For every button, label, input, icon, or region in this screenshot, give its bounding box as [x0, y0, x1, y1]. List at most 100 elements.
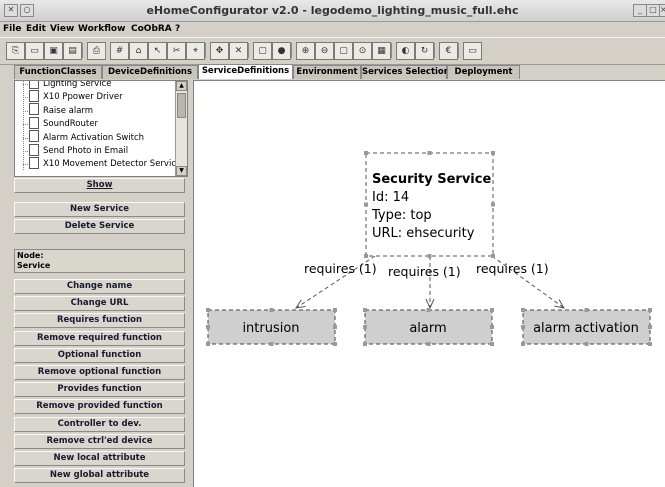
selection-handle[interactable]	[269, 308, 274, 312]
controller-to-device-button[interactable]: Controller to dev.	[14, 416, 185, 432]
requires-function-button[interactable]: Requires function	[14, 313, 185, 329]
euro-icon[interactable]: €	[439, 42, 458, 60]
zoom-out-icon[interactable]: ⊖	[315, 42, 334, 60]
new-local-attribute-button[interactable]: New local attribute	[14, 451, 185, 466]
scroll-up-icon[interactable]: ▲	[176, 81, 187, 91]
export-icon[interactable]: ▭	[463, 42, 482, 60]
menu-edit[interactable]: Edit	[26, 24, 46, 34]
pointer-icon[interactable]: ⌖	[186, 42, 205, 60]
selection-handle[interactable]	[648, 342, 652, 346]
remove-required-function-button[interactable]: Remove required function	[14, 330, 185, 346]
tree-item[interactable]: Alarm Activation Switch	[29, 130, 144, 145]
function-node-alarm[interactable]: alarm	[364, 309, 493, 345]
minimize-button[interactable]: _	[633, 4, 647, 17]
selection-handle[interactable]	[491, 202, 495, 207]
optional-function-button[interactable]: Optional function	[14, 347, 185, 363]
refresh-icon[interactable]: ↻	[415, 42, 434, 60]
selection-handle[interactable]	[333, 325, 337, 329]
service-tree[interactable]: Lighting Service X10 Ppower Driver Raise a…	[14, 80, 188, 177]
selection-handle[interactable]	[584, 342, 589, 346]
selection-handle[interactable]	[333, 308, 337, 312]
selection-handle[interactable]	[491, 151, 495, 155]
tab-device-definitions[interactable]: DeviceDefinitions	[102, 65, 198, 79]
tab-deployment[interactable]: Deployment	[447, 65, 520, 79]
selection-handle[interactable]	[491, 254, 495, 258]
selection-handle[interactable]	[584, 308, 589, 312]
zoom-fit-icon[interactable]: ▢	[334, 42, 353, 60]
layout-icon[interactable]: ▦	[372, 42, 391, 60]
new-service-button[interactable]: New Service	[14, 202, 185, 217]
menu-coobra[interactable]: CoObRA	[131, 24, 172, 34]
selection-handle[interactable]	[206, 308, 210, 312]
tree-item[interactable]: X10 Movement Detector Service	[29, 156, 181, 171]
selection-handle[interactable]	[427, 254, 432, 258]
remove-optional-function-button[interactable]: Remove optional function	[14, 365, 185, 380]
tab-function-classes[interactable]: FunctionClasses	[14, 65, 102, 79]
remove-provided-function-button[interactable]: Remove provided function	[14, 399, 185, 415]
record-icon[interactable]: ●	[272, 42, 291, 60]
menu-workflow[interactable]: Workflow	[78, 24, 125, 34]
delete-icon[interactable]: ✕	[229, 42, 248, 60]
save-icon[interactable]: ▣	[44, 42, 63, 60]
zoom-select-icon[interactable]: ⊙	[353, 42, 372, 60]
function-node-intrusion[interactable]: intrusion	[207, 309, 336, 345]
delete-service-button[interactable]: Delete Service	[14, 219, 185, 234]
lock-icon[interactable]: ⌂	[129, 42, 148, 60]
selection-handle[interactable]	[363, 308, 367, 312]
open-icon[interactable]: ▭	[25, 42, 44, 60]
selection-handle[interactable]	[521, 325, 525, 329]
select-icon[interactable]: ↖	[148, 42, 167, 60]
grid-icon[interactable]: #	[110, 42, 129, 60]
selection-handle[interactable]	[521, 308, 525, 312]
selection-handle[interactable]	[206, 325, 210, 329]
menu-file[interactable]: File	[3, 24, 21, 34]
move-icon[interactable]: ✥	[210, 42, 229, 60]
tree-item[interactable]: X10 Ppower Driver	[29, 89, 123, 104]
selection-handle[interactable]	[427, 151, 432, 155]
selection-handle[interactable]	[426, 308, 431, 312]
cobra-icon[interactable]: ◐	[396, 42, 415, 60]
selection-handle[interactable]	[364, 254, 368, 258]
selection-handle[interactable]	[363, 325, 367, 329]
selection-handle[interactable]	[490, 342, 494, 346]
selection-handle[interactable]	[363, 342, 367, 346]
tab-environment[interactable]: Environment	[293, 65, 361, 79]
selection-handle[interactable]	[521, 342, 525, 346]
selection-handle[interactable]	[269, 342, 274, 346]
menu-view[interactable]: View	[50, 24, 74, 34]
menu-help[interactable]: ?	[175, 24, 180, 34]
selection-handle[interactable]	[426, 342, 431, 346]
zoom-in-icon[interactable]: ⊕	[296, 42, 315, 60]
selection-handle[interactable]	[490, 325, 494, 329]
scroll-down-icon[interactable]: ▼	[176, 166, 187, 176]
tree-item[interactable]: Send Photo in Email	[29, 143, 128, 158]
selection-handle[interactable]	[364, 151, 368, 155]
function-node-alarm-activation[interactable]: alarm activation	[522, 309, 651, 345]
security-service-node[interactable]: Security Service Id: 14 Type: top URL: e…	[365, 152, 494, 257]
change-name-button[interactable]: Change name	[14, 279, 185, 294]
new-global-attribute-button[interactable]: New global attribute	[14, 468, 185, 484]
change-url-button[interactable]: Change URL	[14, 296, 185, 312]
print-icon[interactable]: ⎙	[87, 42, 106, 60]
close-button[interactable]: ×	[659, 4, 665, 17]
diagram-canvas[interactable]: requires (1) requires (1) requires (1) S…	[193, 80, 665, 487]
selection-handle[interactable]	[648, 325, 652, 329]
selection-handle[interactable]	[206, 342, 210, 346]
show-button[interactable]: Show	[14, 178, 185, 193]
selection-handle[interactable]	[364, 202, 368, 207]
tree-scrollbar[interactable]: ▲ ▼	[175, 81, 187, 176]
selection-handle[interactable]	[648, 308, 652, 312]
tree-item[interactable]: SoundRouter	[29, 116, 98, 131]
maximize-button[interactable]: □	[646, 4, 660, 17]
remove-controlled-device-button[interactable]: Remove ctrl'ed device	[14, 433, 185, 449]
tab-service-definitions[interactable]: ServiceDefinitions	[198, 64, 293, 79]
cut-icon[interactable]: ✂	[167, 42, 186, 60]
tab-services-selection[interactable]: Services Selection	[361, 65, 450, 79]
frame-icon[interactable]: ▢	[253, 42, 272, 60]
selection-handle[interactable]	[490, 308, 494, 312]
scroll-thumb[interactable]	[177, 93, 186, 118]
selection-handle[interactable]	[333, 342, 337, 346]
save-all-icon[interactable]: ▤	[63, 42, 82, 60]
provides-function-button[interactable]: Provides function	[14, 382, 185, 398]
new-icon[interactable]: ⎘	[6, 42, 25, 60]
